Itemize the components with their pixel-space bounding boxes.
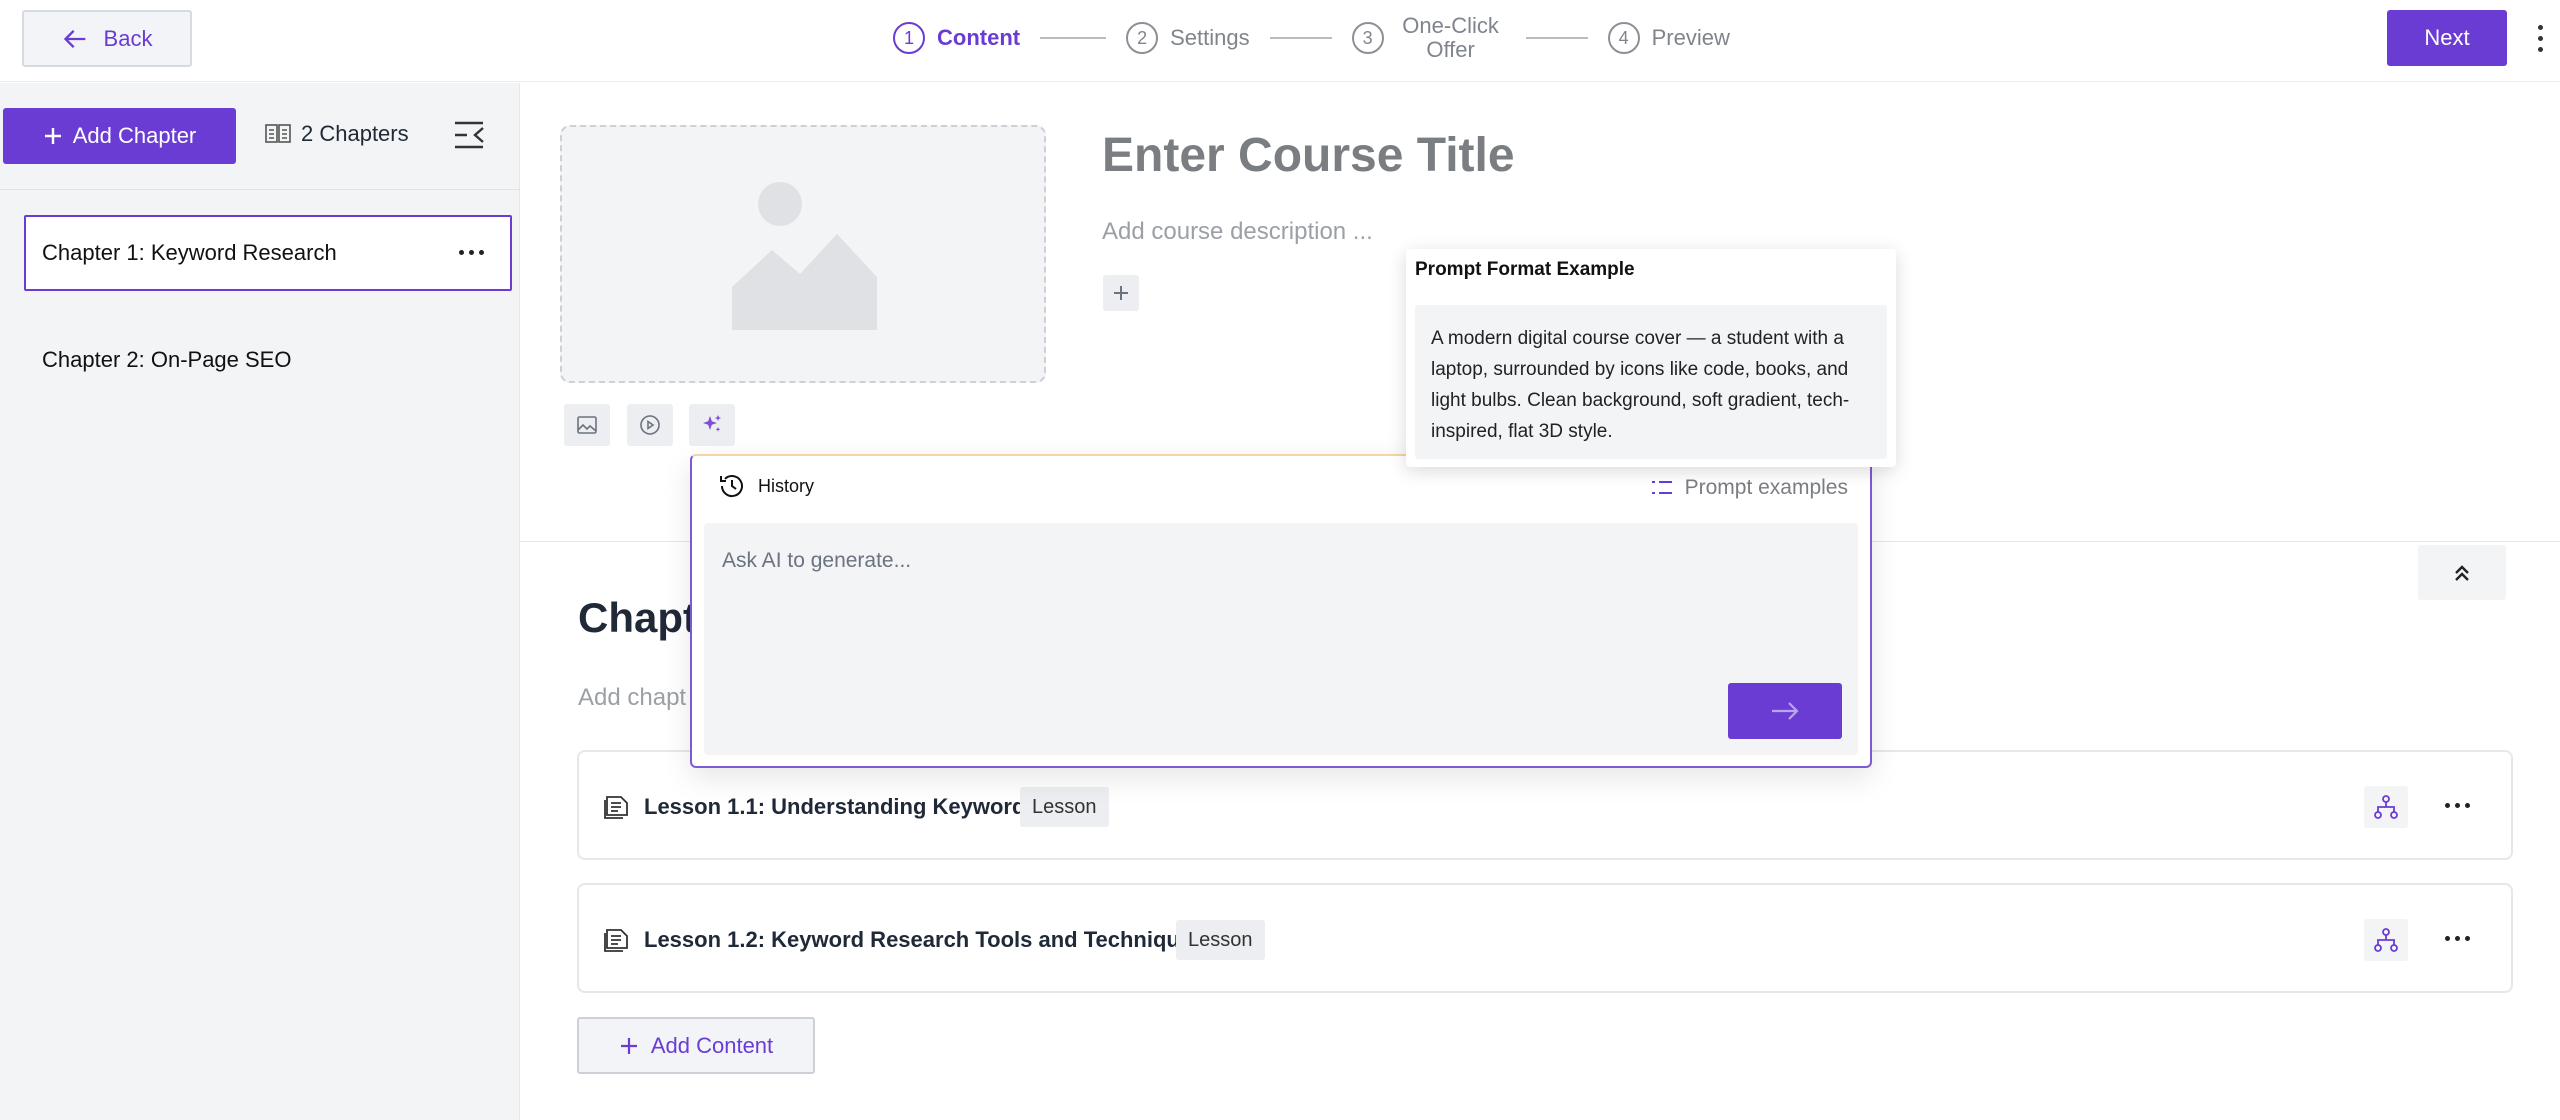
chapter-title[interactable]: Chapt	[578, 594, 697, 642]
chapters-count[interactable]: 2 Chapters	[265, 121, 409, 147]
lesson-type-badge: Lesson	[1020, 787, 1109, 827]
sidebar-item-chapter-1[interactable]: Chapter 1: Keyword Research	[24, 215, 512, 291]
play-circle-icon	[640, 415, 660, 435]
sitemap-icon	[2374, 795, 2398, 819]
step-connector	[1269, 37, 1332, 39]
stepper: 1 Content 2 Settings 3 One-Click Offer 4…	[893, 12, 1730, 64]
sidebar-item-chapter-2[interactable]: Chapter 2: On-Page SEO	[42, 347, 291, 373]
sidebar-item-label: Chapter 1: Keyword Research	[42, 240, 337, 265]
step-label: Settings	[1170, 25, 1250, 50]
prompt-examples-label: Prompt examples	[1684, 476, 1848, 499]
lesson-structure-button[interactable]	[2364, 786, 2408, 828]
step-label-line: Offer	[1426, 37, 1475, 62]
step-connector	[1040, 37, 1107, 39]
history-label: History	[758, 475, 815, 496]
ai-prompt-input[interactable]: Ask AI to generate...	[704, 523, 1858, 755]
history-icon	[720, 475, 743, 498]
lesson-structure-button[interactable]	[2364, 919, 2408, 961]
top-bar: Back 1 Content 2 Settings 3 One-Click Of…	[0, 0, 2560, 82]
prompt-format-tooltip: Prompt Format Example A modern digital c…	[1406, 249, 1896, 467]
add-block-button[interactable]	[1103, 275, 1139, 311]
chevrons-up-icon	[2455, 564, 2469, 581]
back-button[interactable]: Back	[22, 10, 192, 67]
step-number: 3	[1351, 22, 1384, 54]
chapters-count-label: 2 Chapters	[301, 121, 409, 146]
book-open-icon	[265, 124, 291, 143]
ai-generate-button[interactable]	[689, 404, 735, 446]
add-content-label: Add Content	[650, 1032, 774, 1058]
step-one-click-offer[interactable]: 3 One-Click Offer	[1351, 14, 1506, 62]
ai-generate-panel: History Prompt examples Ask AI to genera…	[690, 454, 1872, 768]
step-settings[interactable]: 2 Settings	[1126, 22, 1250, 54]
step-number: 4	[1607, 22, 1640, 54]
lesson-document-icon	[604, 929, 628, 952]
lesson-row[interactable]: Lesson 1.2: Keyword Research Tools and T…	[577, 883, 2513, 993]
step-label: Content	[937, 25, 1021, 50]
tooltip-example-text: A modern digital course cover — a studen…	[1415, 305, 1887, 459]
step-preview[interactable]: 4 Preview	[1607, 22, 1730, 54]
ai-send-button[interactable]	[1728, 683, 1842, 739]
chapter-sidebar: Add Chapter 2 Chapters Chapter 1: Keywor…	[0, 83, 520, 1120]
more-horizontal-icon[interactable]	[2445, 936, 2470, 941]
more-vertical-icon[interactable]	[2526, 18, 2554, 58]
upload-image-button[interactable]	[564, 404, 610, 446]
add-chapter-button[interactable]: Add Chapter	[3, 108, 236, 164]
step-label: Preview	[1651, 25, 1730, 50]
history-button[interactable]: History	[718, 472, 814, 500]
lesson-title: Lesson 1.1: Understanding Keywords	[644, 794, 1038, 819]
more-horizontal-icon[interactable]	[2445, 803, 2470, 808]
lesson-title: Lesson 1.2: Keyword Research Tools and T…	[644, 927, 1205, 952]
more-horizontal-icon[interactable]	[459, 250, 484, 255]
add-content-button[interactable]: Add Content	[577, 1017, 815, 1074]
upload-video-button[interactable]	[627, 404, 673, 446]
prompt-examples-button[interactable]: Prompt examples	[1651, 476, 1848, 500]
step-content[interactable]: 1 Content	[893, 22, 1020, 54]
back-label: Back	[103, 25, 153, 51]
course-title-input[interactable]: Enter Course Title	[1102, 128, 1515, 183]
divider	[0, 189, 520, 190]
list-icon	[1651, 481, 1672, 494]
step-number: 2	[1126, 22, 1159, 54]
chapter-description-input[interactable]: Add chapt	[578, 684, 686, 712]
arrow-right-icon	[1772, 702, 1799, 720]
sitemap-icon	[2374, 928, 2398, 952]
step-number: 1	[893, 22, 925, 54]
collapse-section-button[interactable]	[2418, 545, 2506, 600]
arrow-left-icon	[63, 29, 85, 48]
plus-icon	[620, 1037, 637, 1054]
collapse-sidebar-icon[interactable]	[452, 119, 486, 151]
course-description-input[interactable]: Add course description ...	[1102, 218, 1373, 246]
lesson-type-badge: Lesson	[1176, 920, 1265, 960]
plus-icon	[1114, 286, 1128, 300]
step-label-line: One-Click	[1402, 13, 1499, 38]
sparkles-icon	[703, 415, 721, 432]
image-placeholder-icon	[732, 182, 877, 330]
add-chapter-label: Add Chapter	[72, 123, 197, 148]
ai-prompt-placeholder: Ask AI to generate...	[722, 549, 912, 572]
lesson-document-icon	[604, 796, 628, 819]
cover-image-dropzone[interactable]	[560, 125, 1046, 383]
step-label: One-Click Offer	[1396, 14, 1506, 62]
step-connector	[1525, 37, 1588, 39]
tooltip-title: Prompt Format Example	[1415, 259, 1635, 280]
image-icon	[577, 416, 597, 434]
next-button[interactable]: Next	[2387, 10, 2507, 66]
plus-icon	[44, 128, 61, 144]
